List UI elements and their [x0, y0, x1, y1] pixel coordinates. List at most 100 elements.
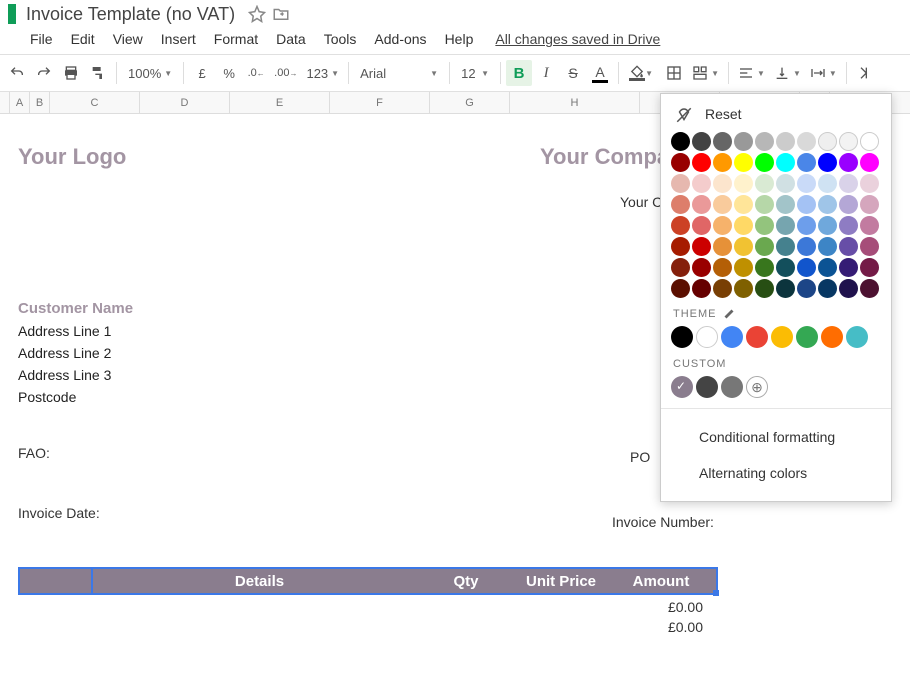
strikethrough-button[interactable]: S [560, 60, 586, 86]
color-swatch[interactable] [860, 195, 879, 214]
color-swatch[interactable] [755, 132, 774, 151]
color-swatch[interactable] [755, 195, 774, 214]
color-swatch[interactable] [671, 132, 690, 151]
color-swatch[interactable] [797, 258, 816, 277]
color-swatch[interactable] [692, 279, 711, 298]
color-swatch[interactable] [671, 237, 690, 256]
color-swatch[interactable] [818, 195, 837, 214]
color-swatch[interactable] [818, 132, 837, 151]
color-swatch[interactable] [671, 258, 690, 277]
theme-swatch[interactable] [696, 326, 718, 348]
color-swatch[interactable] [839, 237, 858, 256]
color-swatch[interactable] [734, 153, 753, 172]
theme-swatch[interactable] [721, 326, 743, 348]
menu-edit[interactable]: Edit [63, 27, 103, 51]
color-swatch[interactable] [734, 174, 753, 193]
menu-help[interactable]: Help [437, 27, 482, 51]
font-size-dropdown[interactable]: 12▼ [455, 60, 495, 86]
invoice-date-label[interactable]: Invoice Date: [18, 505, 910, 521]
color-swatch[interactable] [671, 195, 690, 214]
theme-swatch[interactable] [671, 326, 693, 348]
color-swatch[interactable] [671, 174, 690, 193]
menu-addons[interactable]: Add-ons [366, 27, 434, 51]
text-wrap-dropdown[interactable]: ▼ [806, 60, 841, 86]
your-c-text[interactable]: Your C [620, 194, 662, 210]
color-swatch[interactable] [734, 279, 753, 298]
color-swatch[interactable] [860, 258, 879, 277]
amount-row-2[interactable]: £0.00 [18, 619, 718, 635]
horizontal-align-dropdown[interactable]: ▼ [734, 60, 769, 86]
sheets-app-icon[interactable] [8, 4, 16, 24]
theme-swatch[interactable] [821, 326, 843, 348]
theme-swatch[interactable] [746, 326, 768, 348]
color-swatch[interactable] [671, 279, 690, 298]
paint-format-button[interactable] [85, 60, 111, 86]
color-swatch[interactable] [860, 153, 879, 172]
company-placeholder[interactable]: Your Compa [540, 144, 669, 170]
color-swatch[interactable] [818, 258, 837, 277]
color-swatch[interactable] [776, 132, 795, 151]
column-header-G[interactable]: G [430, 92, 510, 113]
more-toolbar-icon[interactable] [852, 60, 878, 86]
custom-swatch[interactable] [721, 376, 743, 398]
color-swatch[interactable] [692, 153, 711, 172]
color-swatch[interactable] [776, 279, 795, 298]
theme-swatch[interactable] [796, 326, 818, 348]
color-swatch[interactable] [860, 174, 879, 193]
invoice-number-label[interactable]: Invoice Number: [612, 514, 714, 530]
conditional-formatting-option[interactable]: Conditional formatting [671, 419, 881, 455]
color-swatch[interactable] [713, 153, 732, 172]
font-family-dropdown[interactable]: Arial▼ [354, 60, 444, 86]
color-swatch[interactable] [755, 237, 774, 256]
theme-swatch[interactable] [846, 326, 868, 348]
color-swatch[interactable] [818, 174, 837, 193]
color-swatch[interactable] [671, 216, 690, 235]
vertical-align-dropdown[interactable]: ▼ [770, 60, 805, 86]
alternating-colors-option[interactable]: Alternating colors [671, 455, 881, 491]
color-swatch[interactable] [755, 174, 774, 193]
borders-button[interactable] [661, 60, 687, 86]
color-swatch[interactable] [839, 279, 858, 298]
color-swatch[interactable] [734, 195, 753, 214]
color-swatch[interactable] [692, 237, 711, 256]
edit-theme-icon[interactable] [723, 308, 735, 320]
theme-swatch[interactable] [771, 326, 793, 348]
color-swatch[interactable] [713, 174, 732, 193]
menu-file[interactable]: File [22, 27, 61, 51]
currency-button[interactable]: £ [189, 60, 215, 86]
color-swatch[interactable] [755, 216, 774, 235]
color-swatch[interactable] [818, 153, 837, 172]
merge-cells-dropdown[interactable]: ▼ [688, 60, 723, 86]
color-swatch[interactable] [839, 195, 858, 214]
color-swatch[interactable] [734, 132, 753, 151]
zoom-dropdown[interactable]: 100%▼ [122, 60, 178, 86]
color-swatch[interactable] [797, 153, 816, 172]
fill-color-button[interactable]: ▼ [624, 60, 650, 86]
decrease-decimal-button[interactable]: .0← [243, 60, 269, 86]
color-swatch[interactable] [713, 132, 732, 151]
color-swatch[interactable] [692, 258, 711, 277]
custom-swatch[interactable] [671, 376, 693, 398]
color-swatch[interactable] [839, 153, 858, 172]
bold-button[interactable]: B [506, 60, 532, 86]
color-swatch[interactable] [797, 279, 816, 298]
color-swatch[interactable] [776, 237, 795, 256]
menu-view[interactable]: View [105, 27, 151, 51]
color-swatch[interactable] [818, 216, 837, 235]
reset-color-button[interactable]: Reset [671, 104, 881, 132]
color-swatch[interactable] [860, 216, 879, 235]
color-swatch[interactable] [839, 216, 858, 235]
star-icon[interactable] [248, 5, 266, 23]
column-header-B[interactable]: B [30, 92, 50, 113]
color-swatch[interactable] [734, 237, 753, 256]
color-swatch[interactable] [692, 132, 711, 151]
color-swatch[interactable] [839, 174, 858, 193]
color-swatch[interactable] [713, 279, 732, 298]
color-swatch[interactable] [671, 153, 690, 172]
color-swatch[interactable] [734, 258, 753, 277]
color-swatch[interactable] [776, 258, 795, 277]
column-header-C[interactable]: C [50, 92, 140, 113]
redo-button[interactable] [31, 60, 57, 86]
po-label[interactable]: PO [630, 449, 650, 465]
custom-swatch[interactable] [696, 376, 718, 398]
